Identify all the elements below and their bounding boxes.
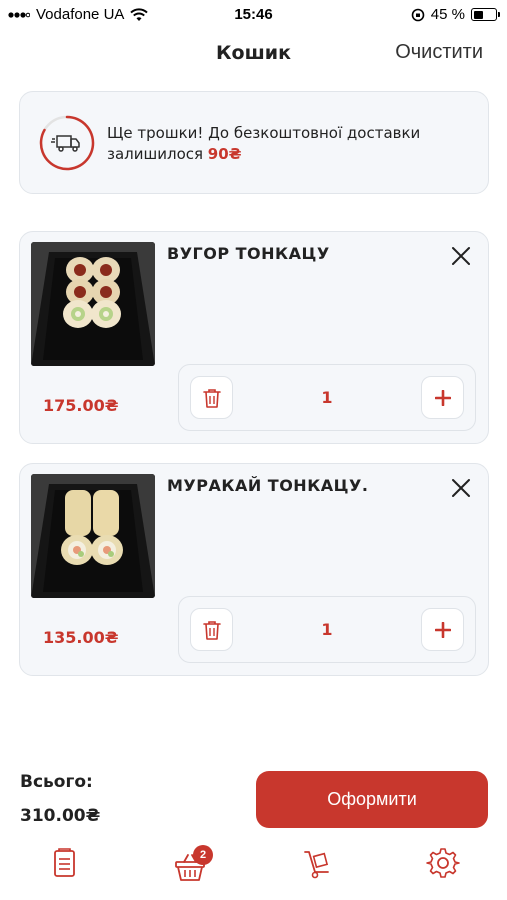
product-photo (31, 474, 155, 598)
increase-quantity-button[interactable] (421, 608, 464, 651)
bottom-nav (0, 842, 507, 892)
total-value: 310.00₴ (20, 806, 101, 826)
delivery-message-text: Ще трошки! До безкоштовної доставки зали… (107, 124, 421, 163)
menu-list-icon[interactable] (47, 846, 81, 880)
remove-item-icon[interactable] (450, 245, 472, 267)
plus-icon (434, 621, 451, 638)
delivery-message: Ще трошки! До безкоштовної доставки зали… (107, 123, 477, 165)
status-bar: Vodafone UA 15:46 45 % (0, 0, 507, 30)
cart-item: МУРАКАЙ ТОНКАЦУ. 135.00₴ 1 (19, 463, 489, 676)
delivery-truck-icon (39, 115, 95, 171)
plus-icon (434, 389, 451, 406)
free-delivery-banner: Ще трошки! До безкоштовної доставки зали… (19, 91, 489, 194)
quantity-stepper: 1 (178, 364, 476, 431)
product-name: ВУГОР ТОНКАЦУ (167, 244, 330, 263)
quantity-stepper: 1 (178, 596, 476, 663)
battery-percent: 45 % (430, 6, 465, 23)
product-photo (31, 242, 155, 366)
product-name: МУРАКАЙ ТОНКАЦУ. (167, 476, 369, 495)
delivery-remaining-amount: 90₴ (207, 145, 242, 163)
cart-count-badge: 2 (193, 845, 213, 865)
total-label: Всього: (20, 772, 93, 792)
delivery-cart-icon[interactable] (300, 846, 334, 880)
remove-item-icon[interactable] (450, 477, 472, 499)
clear-cart-button[interactable]: Очистити (395, 41, 483, 64)
status-right: 45 % (411, 6, 500, 23)
gear-icon[interactable] (426, 846, 460, 880)
header: Кошик Очистити (0, 36, 507, 72)
product-price: 135.00₴ (43, 628, 119, 647)
increase-quantity-button[interactable] (421, 376, 464, 419)
cart-item: ВУГОР ТОНКАЦУ 175.00₴ 1 (19, 231, 489, 444)
checkout-button[interactable]: Оформити (256, 771, 488, 828)
battery-icon (471, 8, 500, 21)
orientation-lock-icon (411, 8, 425, 21)
product-price: 175.00₴ (43, 396, 119, 415)
